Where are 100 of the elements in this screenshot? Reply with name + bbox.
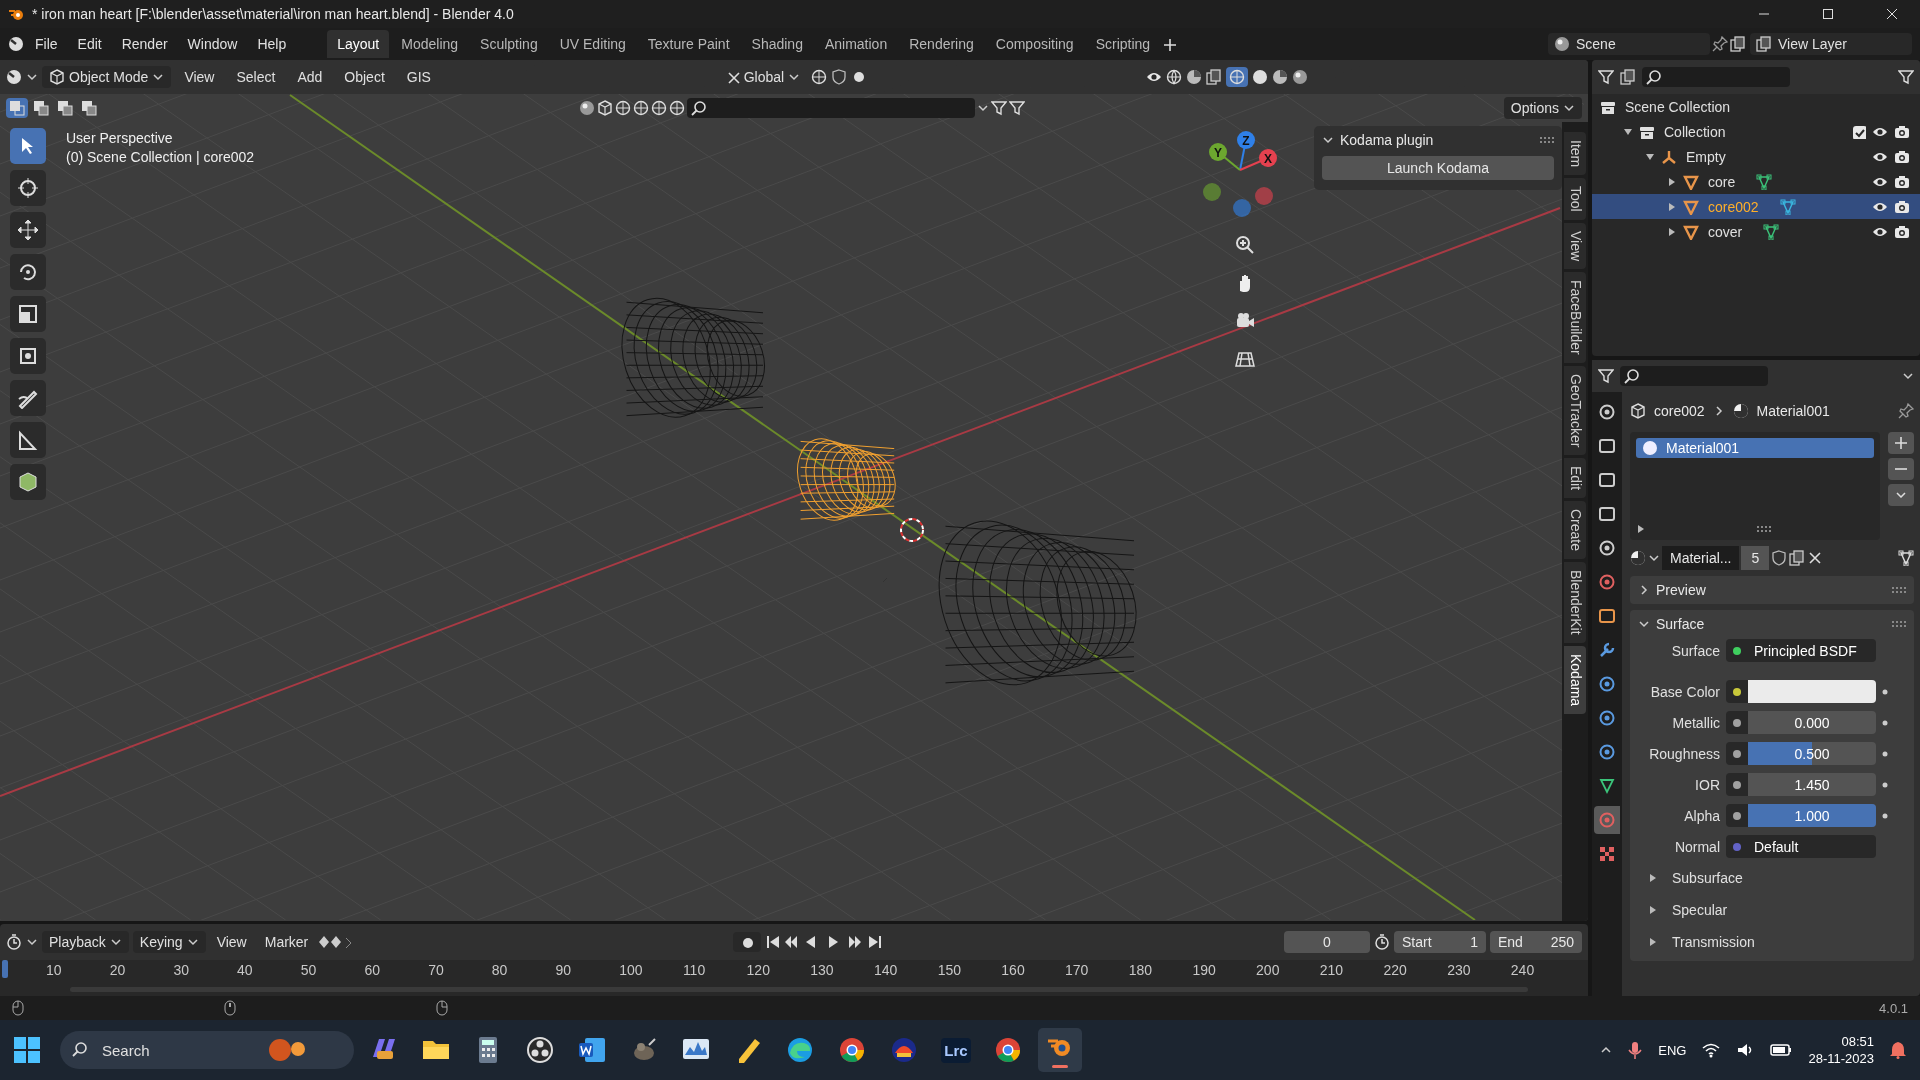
sidebar-tab[interactable]: View [1564, 222, 1586, 269]
menu-label: Keying [139, 934, 183, 950]
user-count[interactable]: 5 [1741, 546, 1770, 570]
orientation-dropdown[interactable]: Global [718, 66, 808, 88]
view-layer-selector[interactable]: View Layer [1750, 33, 1912, 55]
material-name-field[interactable]: Material... [1662, 546, 1740, 570]
property-field[interactable]: Default [1748, 835, 1876, 858]
field-value: 0.000 [1794, 714, 1830, 731]
outliner-row[interactable]: Empty [1592, 144, 1920, 169]
axis-label: Z [1242, 133, 1250, 148]
menu-item[interactable]: Edit [68, 32, 111, 56]
frame-field[interactable]: 0 [1284, 931, 1370, 953]
scene-selector[interactable]: Scene [1548, 33, 1710, 55]
menu-item[interactable]: File [26, 32, 67, 56]
orientation-label: Global [743, 69, 785, 85]
menu-item[interactable]: Add [288, 65, 332, 89]
outliner-row[interactable]: Collection [1592, 119, 1920, 144]
start-frame-field[interactable]: Start 1 [1394, 931, 1486, 953]
property-field[interactable]: 1.000 [1748, 804, 1876, 827]
item-label: cover [1708, 223, 1743, 240]
mode-label: Object Mode [69, 69, 149, 85]
sidebar-tab[interactable]: Edit [1564, 458, 1586, 499]
menu-item[interactable]: Marker [257, 931, 316, 953]
field-value: 1 [1470, 934, 1478, 950]
workspace-tab[interactable]: Scripting [1085, 30, 1161, 58]
taskbar-app[interactable]: Lrc [934, 1028, 978, 1072]
workspace-tab[interactable]: UV Editing [549, 30, 636, 58]
menu-item[interactable]: Select [227, 65, 285, 89]
workspace-tab[interactable]: Compositing [985, 30, 1084, 58]
view-layer-name: View Layer [1778, 36, 1847, 52]
sidebar-tab[interactable]: GeoTracker [1564, 365, 1586, 456]
subpanel-title[interactable]: Subsurface [1672, 870, 1743, 886]
outliner-row[interactable]: cover [1592, 219, 1920, 244]
slot-label: Material001 [1666, 440, 1740, 456]
menu-item[interactable]: Window [178, 32, 247, 56]
sidebar-tab[interactable]: BlenderKit [1564, 562, 1586, 643]
item-label: core002 [1708, 198, 1759, 215]
sidebar-tab[interactable]: Create [1564, 501, 1586, 560]
subpanel-title[interactable]: Transmission [1672, 934, 1755, 950]
workspace-tab[interactable]: Texture Paint [637, 30, 740, 58]
object-info: (0) Scene Collection | core002 [66, 149, 255, 165]
menu-dropdown[interactable]: Playback [42, 931, 129, 953]
time-label: 08:51 [1841, 1034, 1874, 1049]
field-label: Surface [1670, 642, 1720, 659]
sidebar-tab[interactable]: Tool [1564, 178, 1586, 220]
property-field[interactable]: 0.500 [1748, 742, 1876, 765]
axis-label: Y [1214, 145, 1222, 160]
sidebar-tab[interactable]: FaceBuilder [1564, 272, 1586, 363]
workspace-tab[interactable]: Sculpting [470, 30, 548, 58]
clock[interactable]: 08:51 28-11-2023 [1808, 1034, 1874, 1066]
field-label: Start [1402, 934, 1432, 950]
language-indicator[interactable]: ENG [1658, 1042, 1687, 1058]
outliner-row[interactable]: Scene Collection [1592, 94, 1920, 119]
subpanel-title[interactable]: Specular [1672, 902, 1728, 918]
workspace-tab[interactable]: Shading [741, 30, 813, 58]
item-label: Collection [1664, 123, 1726, 140]
item-label: core [1708, 173, 1736, 190]
panel-title[interactable]: Surface [1656, 616, 1705, 632]
menu-item[interactable]: Render [112, 32, 177, 56]
options-dropdown[interactable]: Options [1503, 97, 1582, 119]
version-label: 4.0.1 [1879, 1000, 1908, 1016]
workspace-tab[interactable]: Layout [327, 30, 390, 58]
search-bar[interactable]: Search [60, 1031, 354, 1069]
view-name: User Perspective [66, 130, 174, 146]
menu-item[interactable]: Help [248, 32, 296, 56]
workspace-tab[interactable]: Modeling [391, 30, 469, 58]
app-label: Lrc [941, 1037, 971, 1063]
material-slot[interactable]: Material001 [1636, 438, 1874, 458]
panel-title[interactable]: Preview [1656, 582, 1706, 598]
menu-dropdown[interactable]: Keying [132, 931, 206, 953]
field-value: 250 [1550, 934, 1574, 950]
item-label: Scene Collection [1625, 98, 1731, 115]
sidebar-tab[interactable]: Kodama [1564, 645, 1586, 714]
sidebar-tab[interactable]: Item [1564, 132, 1586, 176]
field-value: 1.450 [1794, 776, 1830, 793]
mode-dropdown[interactable]: Object Mode [42, 66, 172, 88]
end-frame-field[interactable]: End 250 [1490, 931, 1582, 953]
launch-button[interactable]: Launch Kodama [1322, 156, 1554, 180]
outliner-row[interactable]: core002 [1592, 194, 1920, 219]
workspace-tab[interactable]: Rendering [899, 30, 984, 58]
search-input[interactable]: Search [100, 1040, 254, 1060]
field-label: End [1498, 934, 1523, 950]
menu-item[interactable]: GIS [397, 65, 440, 89]
property-field[interactable]: 1.450 [1748, 773, 1876, 796]
axis-label: X [1264, 151, 1272, 166]
workspace-tab[interactable]: Animation [814, 30, 898, 58]
field-label: IOR [1694, 776, 1720, 793]
menu-item[interactable]: View [175, 65, 224, 89]
property-field[interactable]: 0.000 [1748, 711, 1876, 734]
panel-title: Kodama plugin [1340, 132, 1434, 148]
field-label: Metallic [1671, 714, 1720, 731]
field-label: Roughness [1648, 745, 1720, 762]
field-value: 0.500 [1794, 745, 1830, 762]
menu-item[interactable]: View [209, 931, 254, 953]
field-label: Normal [1673, 838, 1720, 855]
date-label: 28-11-2023 [1808, 1051, 1874, 1066]
menu-item[interactable]: Object [335, 65, 394, 89]
property-field[interactable]: Principled BSDF [1748, 639, 1876, 662]
field-value: 1.000 [1794, 807, 1830, 824]
outliner-row[interactable]: core [1592, 169, 1920, 194]
